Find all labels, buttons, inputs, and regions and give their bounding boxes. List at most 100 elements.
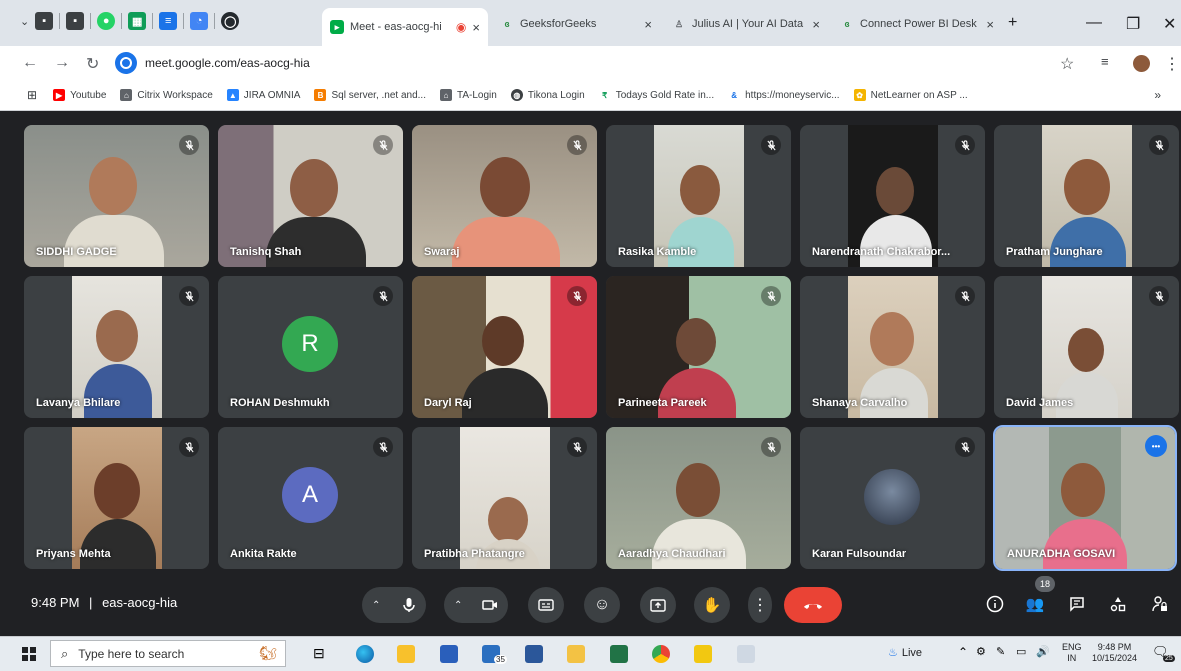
- activities-button[interactable]: [1106, 592, 1130, 616]
- tab-power-bi[interactable]: ɞ Connect Power BI Desk ×: [832, 8, 1002, 40]
- participant-tile[interactable]: Rasika Kamble: [606, 125, 791, 267]
- reload-button[interactable]: ↻: [86, 54, 99, 74]
- tab-title: Meet - eas-aocg-hi: [350, 21, 442, 33]
- pinned-tab-sheets-icon[interactable]: ▦: [128, 12, 147, 30]
- captions-icon: [538, 599, 554, 611]
- folder-icon[interactable]: [567, 645, 585, 663]
- store-icon[interactable]: [440, 645, 458, 663]
- close-tab-icon[interactable]: ×: [986, 17, 994, 32]
- restore-button[interactable]: ❐: [1126, 14, 1140, 34]
- weather-widget[interactable]: ♨ Live: [888, 646, 923, 660]
- more-bookmarks-chevron-icon[interactable]: »: [1154, 88, 1161, 102]
- bookmark-youtube[interactable]: ▶ Youtube: [53, 89, 106, 101]
- participant-tile[interactable]: Swaraj: [412, 125, 597, 267]
- present-screen-button[interactable]: [640, 587, 676, 623]
- tray-pen-icon[interactable]: ✎: [996, 645, 1005, 658]
- site-info-icon[interactable]: [115, 52, 137, 74]
- edge-icon[interactable]: [356, 645, 374, 663]
- clock[interactable]: 9:48 PM 10/15/2024: [1092, 642, 1137, 664]
- windows-start-icon[interactable]: [22, 647, 36, 661]
- language-indicator[interactable]: ENG IN: [1062, 642, 1082, 664]
- file-explorer-icon[interactable]: [397, 645, 415, 663]
- browser-menu-icon[interactable]: ⋮: [1164, 54, 1180, 74]
- chevron-up-icon[interactable]: ⌃: [372, 600, 380, 611]
- participant-tile[interactable]: Lavanya Bhilare: [24, 276, 209, 418]
- participant-tile[interactable]: Shanaya Carvalho: [800, 276, 985, 418]
- participant-tile[interactable]: Daryl Raj: [412, 276, 597, 418]
- tray-chevron-icon[interactable]: ⌃: [958, 645, 968, 659]
- forward-button[interactable]: →: [54, 54, 70, 72]
- powerbi-icon[interactable]: [694, 645, 712, 663]
- back-button[interactable]: ←: [22, 54, 38, 72]
- task-view-icon[interactable]: ⊟: [313, 645, 325, 662]
- participant-tile-self[interactable]: ••• ANURADHA GOSAVI: [993, 425, 1177, 571]
- chrome-icon[interactable]: [652, 645, 670, 663]
- meeting-info-button[interactable]: [983, 592, 1007, 616]
- reading-list-icon[interactable]: ≡: [1101, 54, 1109, 69]
- participant-tile[interactable]: Karan Fulsoundar: [800, 427, 985, 569]
- close-window-button[interactable]: ✕: [1163, 14, 1176, 34]
- participant-tile[interactable]: R ROHAN Deshmukh: [218, 276, 403, 418]
- pinned-tab-app-icon[interactable]: ▪: [66, 12, 85, 30]
- chevron-up-icon[interactable]: ⌃: [454, 600, 462, 611]
- tray-app-icon[interactable]: ⚙: [976, 645, 986, 658]
- participant-tile[interactable]: David James: [994, 276, 1179, 418]
- bookmark-gold-rate[interactable]: ₹ Todays Gold Rate in...: [598, 89, 714, 101]
- bookmark-netlearner[interactable]: ✿ NetLearner on ASP ...: [853, 89, 968, 101]
- bookmark-star-icon[interactable]: ☆: [1060, 54, 1074, 74]
- pinned-tab-forms-icon[interactable]: ≡: [159, 12, 178, 30]
- camera-control[interactable]: ⌃: [444, 587, 508, 623]
- chat-button[interactable]: [1065, 592, 1089, 616]
- excel-icon[interactable]: [610, 645, 628, 663]
- taskbar-search-box[interactable]: ⌕ Type here to search 🐿: [50, 640, 286, 667]
- captions-button[interactable]: [528, 587, 564, 623]
- apps-grid-icon[interactable]: ⊞: [27, 88, 37, 102]
- participant-tile[interactable]: Priyans Mehta: [24, 427, 209, 569]
- close-tab-icon[interactable]: ×: [472, 20, 480, 35]
- snipping-tool-icon[interactable]: [737, 645, 755, 663]
- participant-tile[interactable]: Parineeta Pareek: [606, 276, 791, 418]
- word-icon[interactable]: [525, 645, 543, 663]
- close-tab-icon[interactable]: ×: [644, 17, 652, 32]
- url-text[interactable]: meet.google.com/eas-aocg-hia: [145, 56, 310, 70]
- participant-face: [870, 312, 914, 366]
- network-icon[interactable]: ▭: [1016, 645, 1026, 658]
- bookmark-ta-login[interactable]: ⌂ TA-Login: [439, 89, 497, 101]
- pinned-tab-whatsapp-icon[interactable]: ●: [97, 12, 116, 30]
- participant-tile[interactable]: Pratibha Phatangre: [412, 427, 597, 569]
- bookmark-moneyservice[interactable]: & https://moneyservic...: [728, 89, 840, 101]
- profile-avatar[interactable]: [1133, 55, 1150, 72]
- minimize-button[interactable]: —: [1086, 14, 1102, 32]
- close-tab-icon[interactable]: ×: [812, 17, 820, 32]
- bookmark-tikona[interactable]: ◍ Tikona Login: [510, 89, 585, 101]
- bookmark-sql[interactable]: B Sql server, .net and...: [314, 89, 426, 101]
- more-options-button[interactable]: ⋮: [748, 587, 772, 623]
- leave-call-button[interactable]: [784, 587, 842, 623]
- camera-icon: [482, 600, 497, 610]
- participant-tile[interactable]: Aaradhya Chaudhari: [606, 427, 791, 569]
- pinned-tab-github-icon[interactable]: ◯: [221, 12, 240, 30]
- volume-icon[interactable]: 🔊: [1036, 645, 1050, 658]
- people-button[interactable]: 👥: [1023, 592, 1047, 616]
- reactions-button[interactable]: ☺: [584, 587, 620, 623]
- tab-geeksforgeeks[interactable]: ɞ GeeksforGeeks ×: [492, 8, 660, 40]
- participant-tile[interactable]: Tanishq Shah: [218, 125, 403, 267]
- tab-meet[interactable]: ▸ Meet - eas-aocg-hi ◉ ×: [322, 8, 488, 46]
- tab-julius-ai[interactable]: ♙ Julius AI | Your AI Data ×: [664, 8, 828, 40]
- pinned-tab-app-icon[interactable]: ◔: [190, 12, 209, 30]
- participant-tile[interactable]: A Ankita Rakte: [218, 427, 403, 569]
- more-options-button[interactable]: •••: [1145, 435, 1167, 457]
- participant-tile[interactable]: Narendranath Chakrabor...: [800, 125, 985, 267]
- host-controls-button[interactable]: [1148, 592, 1172, 616]
- weather-label: Live: [901, 646, 923, 659]
- participant-tile[interactable]: Pratham Junghare: [994, 125, 1179, 267]
- bookmark-jira[interactable]: ▲ JIRA OMNIA: [226, 89, 300, 101]
- address-bar[interactable]: meet.google.com/eas-aocg-hia: [115, 50, 1055, 76]
- pinned-tab-app-icon[interactable]: ▪: [35, 12, 54, 30]
- participant-tile[interactable]: SIDDHI GADGE: [24, 125, 209, 267]
- microphone-control[interactable]: ⌃: [362, 587, 426, 623]
- tab-search-chevron-icon[interactable]: ⌄: [20, 15, 29, 28]
- bookmark-citrix[interactable]: ⌂ Citrix Workspace: [120, 89, 213, 101]
- raise-hand-button[interactable]: ✋: [694, 587, 730, 623]
- new-tab-button[interactable]: +: [1008, 14, 1017, 32]
